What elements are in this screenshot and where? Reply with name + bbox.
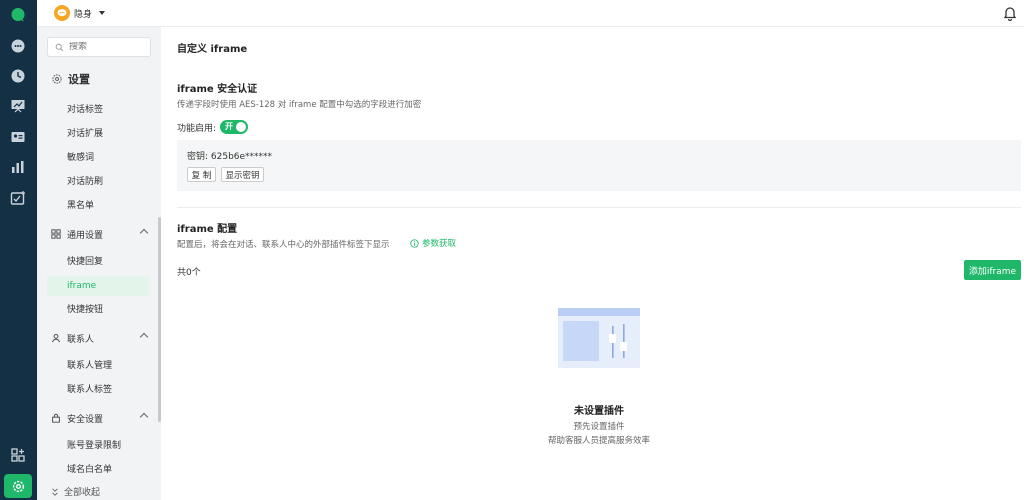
chevron-up-icon [139,332,149,342]
nav-item-chat-tags[interactable]: 对话标签 [47,100,149,120]
security-section-title: iframe 安全认证 [177,84,258,95]
chevron-up-icon [139,412,149,422]
toggle-knob [236,122,247,132]
app-rail [0,0,37,500]
search-box[interactable] [47,37,151,57]
nav-group-security-label: 安全设置 [67,414,104,425]
nav-item-domain-whitelist[interactable]: 域名白名单 [47,460,149,480]
settings-gear-icon[interactable] [4,474,32,498]
nav-item-chat-extension[interactable]: 对话扩展 [47,124,149,144]
info-icon [410,238,419,248]
nav-item-anti-spam[interactable]: 对话防刷 [47,172,149,192]
nav-group-contacts-label: 联系人 [67,334,95,345]
collapse-all-button[interactable]: 全部收起 [51,485,100,498]
settings-gear-outline-icon [52,74,62,84]
chat-icon[interactable] [9,37,27,55]
section-divider [177,207,1021,208]
param-fetch-link[interactable]: 参数获取 [410,237,456,249]
collapse-all-label: 全部收起 [64,488,101,498]
show-key-button[interactable]: 显示密钥 [221,167,264,182]
search-icon [55,43,64,51]
security-section-desc: 传递字段时使用 AES-128 对 iframe 配置中勾选的字段进行加密 [177,100,422,110]
param-fetch-label: 参数获取 [422,239,457,249]
chevron-up-icon [139,228,149,238]
nav-group-general[interactable]: 通用设置 [51,225,149,243]
secret-key-box: 密钥: 625b6e****** 复 制 显示密钥 [177,140,1021,191]
contact-card-icon[interactable] [9,128,27,146]
apps-grid-icon[interactable] [9,446,27,464]
main-content: 自定义 iframe iframe 安全认证 传递字段时使用 AES-128 对… [161,27,1024,500]
toggle-label: 功能启用: [177,123,217,134]
tasks-icon[interactable] [9,189,27,207]
page-title: 自定义 iframe [177,44,248,55]
nav-item-iframe[interactable]: iframe [47,276,149,296]
grid-icon [51,229,61,239]
toggle-state: 开 [225,122,234,131]
nav-item-quick-reply[interactable]: 快捷回复 [47,252,149,272]
iframe-count: 共0个 [177,268,201,278]
empty-state-title: 未设置插件 [574,406,624,417]
feature-toggle-row: 功能启用: 开 [177,120,249,134]
history-icon[interactable] [9,67,27,85]
add-iframe-button[interactable]: 添加iframe [964,260,1021,280]
search-input[interactable] [69,42,147,52]
stats-icon[interactable] [9,158,27,176]
lock-icon [52,413,60,423]
feature-enable-toggle[interactable]: 开 [220,120,249,134]
settings-section-header: 设置 [51,71,90,87]
collapse-icon [52,487,58,496]
nav-item-contact-management[interactable]: 联系人管理 [47,356,149,376]
status-chat-icon [57,9,67,17]
config-section-title: iframe 配置 [177,224,238,235]
empty-state-line-1: 预先设置插件 [573,422,625,432]
nav-group-contacts[interactable]: 联系人 [51,329,149,347]
copy-key-button[interactable]: 复 制 [187,167,216,182]
status-selector[interactable]: 隐身 [54,5,106,21]
nav-item-sensitive-words[interactable]: 敏感词 [47,148,149,168]
config-section-desc: 配置后，将会在对话、联系人中心的外部插件标签下显示 [177,240,390,250]
status-avatar [54,5,70,21]
nav-item-contact-tags[interactable]: 联系人标签 [47,380,149,400]
dashboard-icon[interactable] [9,97,27,115]
nav-item-blacklist[interactable]: 黑名单 [47,196,149,216]
top-bar: 隐身 [37,0,1024,27]
status-label: 隐身 [74,9,93,20]
empty-plugin-illustration-icon [558,308,640,368]
secret-key-label: 密钥: 625b6e****** [187,152,273,162]
app-logo-icon[interactable] [9,6,27,24]
nav-item-quick-buttons[interactable]: 快捷按钮 [47,300,149,320]
user-icon [52,333,60,343]
nav-item-login-restriction[interactable]: 账号登录限制 [47,436,149,456]
settings-nav: 设置 对话标签 对话扩展 敏感词 对话防刷 黑名单 通用设置 快捷回复 ifra… [37,27,161,500]
nav-group-security[interactable]: 安全设置 [51,409,149,427]
notification-bell-icon[interactable] [1002,5,1018,21]
empty-state-line-2: 帮助客服人员提高服务效率 [547,436,650,446]
nav-group-general-label: 通用设置 [67,230,104,241]
settings-section-title: 设置 [68,73,90,86]
chevron-down-icon [99,11,106,15]
